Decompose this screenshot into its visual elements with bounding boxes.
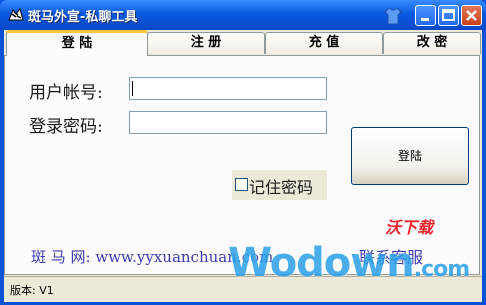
title-bar[interactable]: 斑马外宣-私聊工具: [0, 0, 486, 30]
watermark-logo: Wodown.com: [228, 240, 470, 286]
close-button[interactable]: [461, 5, 482, 26]
tab-strip: 登 陆 注 册 充 值 改 密: [4, 30, 482, 56]
password-label: 登录密码:: [29, 117, 103, 137]
zebra-icon: [8, 7, 24, 21]
minimize-button[interactable]: [415, 5, 436, 26]
tab-recharge[interactable]: 充 值: [265, 32, 383, 54]
password-input[interactable]: [129, 111, 327, 134]
remember-label: 记住密码: [249, 178, 314, 197]
maximize-button[interactable]: [438, 5, 459, 26]
site-label: 斑 马 网:: [31, 248, 91, 266]
account-input[interactable]: [129, 77, 327, 100]
window-title: 斑马外宣-私聊工具: [28, 10, 138, 25]
shirt-icon[interactable]: [383, 6, 403, 26]
app-window: 斑马外宣-私聊工具 登 陆 注 册 充 值 改 密 用户帐号: 登录密码: 登陆…: [0, 0, 486, 305]
maximize-icon: [442, 9, 455, 21]
login-button[interactable]: 登陆: [351, 127, 469, 185]
tab-login[interactable]: 登 陆: [6, 30, 148, 56]
text-caret: [132, 81, 133, 96]
watermark-suffix: .com: [413, 257, 470, 282]
minimize-icon: [421, 18, 429, 21]
watermark-main: Wodown: [228, 240, 415, 286]
remember-checkbox[interactable]: [235, 178, 248, 191]
watermark-top: 沃下载: [385, 218, 434, 237]
tab-change-password[interactable]: 改 密: [383, 32, 481, 54]
tab-register[interactable]: 注 册: [147, 32, 265, 54]
account-label: 用户帐号:: [29, 83, 103, 103]
remember-password-toggle[interactable]: 记住密码: [232, 170, 327, 200]
version-label: 版本: V1: [10, 284, 54, 297]
close-icon: [466, 10, 477, 21]
